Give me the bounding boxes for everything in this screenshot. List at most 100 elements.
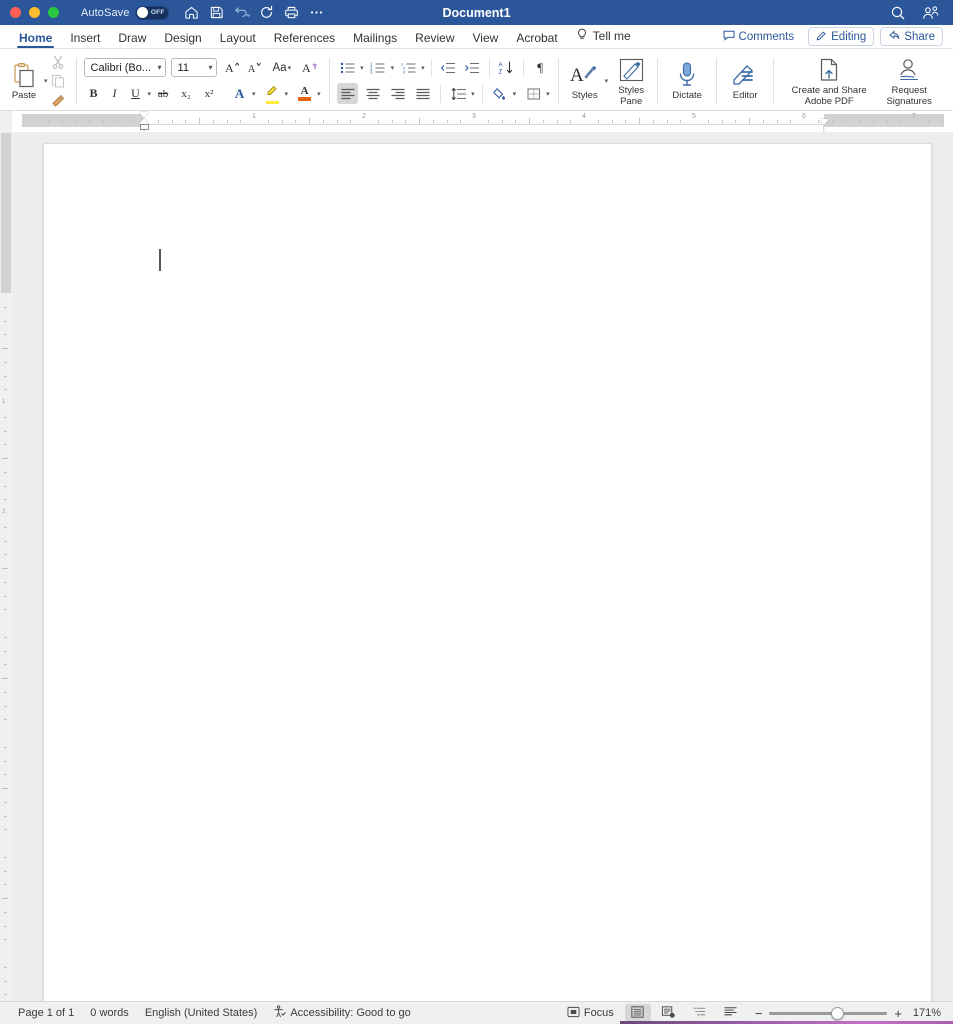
format-painter-button[interactable] [48, 89, 69, 110]
tab-acrobat[interactable]: Acrobat [507, 32, 566, 48]
undo-icon[interactable] [231, 3, 253, 23]
grow-font-button[interactable]: A [222, 57, 243, 78]
numbering-button[interactable]: 123 [368, 57, 389, 78]
align-right-button[interactable] [387, 83, 408, 104]
font-color-dropdown-icon[interactable]: ▾ [317, 90, 321, 98]
font-size-combo[interactable]: 11 ▾ [170, 58, 217, 77]
zoom-track[interactable] [769, 1006, 888, 1020]
highlight-button[interactable] [262, 83, 283, 104]
shading-dropdown-icon[interactable]: ▾ [513, 90, 517, 98]
tab-design[interactable]: Design [155, 32, 210, 48]
cut-button[interactable] [48, 51, 69, 72]
accessibility-status[interactable]: Accessibility: Good to go [273, 1005, 411, 1021]
numbering-dropdown-icon[interactable]: ▾ [391, 64, 395, 72]
left-indent-marker[interactable] [139, 124, 149, 130]
document-canvas[interactable] [12, 133, 953, 1001]
borders-dropdown-icon[interactable]: ▾ [546, 90, 550, 98]
zoom-out-button[interactable]: − [755, 1007, 763, 1020]
font-name-combo[interactable]: Calibri (Bo... ▾ [83, 58, 166, 77]
comments-button[interactable]: Comments [714, 27, 803, 46]
print-icon[interactable] [281, 3, 303, 23]
share-button[interactable]: Share [880, 27, 943, 46]
text-effects-button[interactable]: A [229, 83, 250, 104]
justify-button[interactable] [412, 83, 433, 104]
styles-pane-button[interactable]: Styles Pane [612, 53, 650, 109]
outline-view-button[interactable] [687, 1004, 713, 1022]
decrease-indent-button[interactable] [438, 57, 459, 78]
tab-references[interactable]: References [265, 32, 344, 48]
tell-me-button[interactable]: Tell me [567, 28, 640, 48]
horizontal-ruler[interactable]: 1 2 3 4 5 6 7 [0, 111, 953, 133]
autosave-control[interactable]: AutoSave OFF [81, 5, 169, 20]
tab-home[interactable]: Home [10, 32, 61, 48]
tab-review[interactable]: Review [406, 32, 463, 48]
close-button[interactable] [10, 7, 21, 18]
home-icon[interactable] [181, 3, 203, 23]
window-controls [0, 7, 59, 18]
zoom-handle[interactable] [830, 1006, 844, 1020]
create-share-adobe-pdf-button[interactable]: Create and Share Adobe PDF [781, 53, 877, 109]
more-icon[interactable] [306, 3, 328, 23]
dictate-button[interactable]: Dictate [665, 53, 709, 109]
account-icon[interactable] [919, 3, 941, 23]
strikethrough-button[interactable]: ab [152, 83, 174, 104]
editor-button[interactable]: Editor [724, 53, 766, 109]
document-page[interactable] [43, 143, 932, 1001]
multilevel-list-button[interactable]: 123 [398, 57, 419, 78]
shrink-font-button[interactable]: A [244, 57, 265, 78]
page-count[interactable]: Page 1 of 1 [18, 1007, 74, 1019]
request-signatures-button[interactable]: Request Signatures [877, 53, 941, 109]
word-count[interactable]: 0 words [90, 1007, 129, 1019]
tab-insert[interactable]: Insert [61, 32, 109, 48]
vruler-tick [2, 458, 8, 459]
shading-button[interactable] [490, 83, 511, 104]
highlight-dropdown-icon[interactable]: ▾ [285, 90, 289, 98]
web-layout-view-button[interactable] [656, 1004, 682, 1022]
focus-button[interactable]: Focus [567, 1006, 614, 1021]
font-color-button[interactable]: A [294, 83, 315, 104]
styles-button[interactable]: A Styles [566, 53, 604, 109]
maximize-button[interactable] [48, 7, 59, 18]
bullets-button[interactable] [337, 57, 358, 78]
align-left-button[interactable] [337, 83, 359, 104]
search-icon[interactable] [887, 3, 909, 23]
superscript-button[interactable]: x² [198, 83, 220, 104]
right-indent-marker[interactable] [819, 119, 829, 125]
styles-dropdown-icon[interactable]: ▾ [605, 77, 609, 85]
copy-button[interactable] [48, 70, 69, 91]
borders-button[interactable] [523, 83, 544, 104]
italic-button[interactable]: I [105, 83, 125, 104]
sort-button[interactable]: AZ [496, 57, 517, 78]
redo-icon[interactable] [256, 3, 278, 23]
align-center-button[interactable] [362, 83, 383, 104]
save-icon[interactable] [206, 3, 228, 23]
underline-button[interactable]: U [126, 83, 146, 104]
text-effects-dropdown-icon[interactable]: ▾ [252, 90, 256, 98]
zoom-percentage[interactable]: 171% [907, 1007, 941, 1019]
subscript-button[interactable]: x₂ [175, 83, 197, 104]
vertical-ruler[interactable]: 12 [0, 133, 920, 1001]
change-case-button[interactable]: Aa ▾ [271, 57, 294, 78]
print-layout-view-button[interactable] [624, 1004, 651, 1022]
autosave-toggle[interactable]: OFF [134, 5, 169, 20]
paste-button[interactable]: Paste [5, 53, 43, 109]
bullets-dropdown-icon[interactable]: ▾ [360, 64, 364, 72]
draft-view-button[interactable] [718, 1004, 744, 1022]
line-spacing-dropdown-icon[interactable]: ▾ [471, 90, 475, 98]
zoom-slider[interactable]: − + [755, 1006, 902, 1020]
clear-formatting-button[interactable]: A [300, 57, 322, 78]
tab-view[interactable]: View [464, 32, 508, 48]
increase-indent-button[interactable] [462, 57, 483, 78]
language[interactable]: English (United States) [145, 1007, 258, 1019]
tab-layout[interactable]: Layout [211, 32, 265, 48]
editing-button[interactable]: Editing [808, 27, 875, 46]
minimize-button[interactable] [29, 7, 40, 18]
tab-draw[interactable]: Draw [109, 32, 155, 48]
zoom-in-button[interactable]: + [894, 1007, 902, 1020]
multilevel-dropdown-icon[interactable]: ▾ [421, 64, 425, 72]
bold-button[interactable]: B [84, 83, 104, 104]
line-spacing-button[interactable] [448, 83, 469, 104]
underline-dropdown-icon[interactable]: ▾ [148, 90, 152, 98]
show-formatting-marks-button[interactable]: ¶ [530, 57, 551, 78]
tab-mailings[interactable]: Mailings [344, 32, 406, 48]
